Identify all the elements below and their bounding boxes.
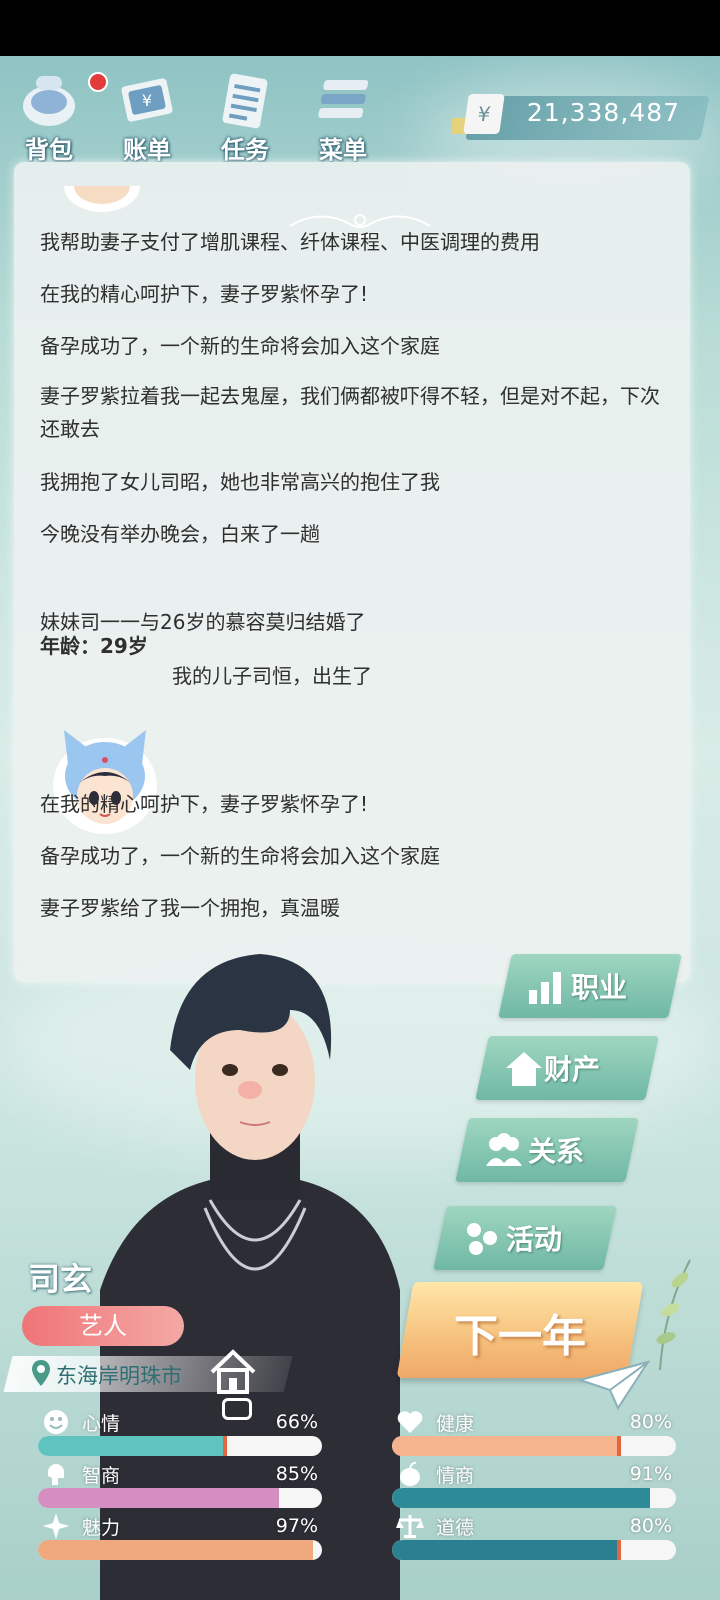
- log-entry: 备孕成功了，一个新的生命将会加入这个家庭: [40, 844, 440, 868]
- log-entry: 妹妹司一一与26岁的慕容莫归结婚了: [40, 610, 366, 634]
- career-button[interactable]: 职业: [498, 954, 682, 1018]
- stat-value: 66%: [275, 1411, 318, 1433]
- log-entry: 今晚没有举办晚会，白来了一趟: [40, 522, 320, 546]
- stat-bar-fill: [38, 1488, 280, 1508]
- home-icon[interactable]: [208, 1348, 258, 1396]
- stat-bar-fill: [392, 1540, 620, 1560]
- location-pin-icon: [32, 1360, 50, 1386]
- log-entry: 妻子罗紫拉着我一起去鬼屋，我们俩都被吓得不轻，但是对不起，下次还敢去: [40, 384, 660, 441]
- activity-label: 活动: [506, 1223, 563, 1256]
- paper-plane-icon: [578, 1360, 650, 1410]
- stat-eq: 情商 91%: [392, 1460, 682, 1512]
- brain-icon: [48, 1464, 64, 1485]
- stat-value: 91%: [629, 1463, 672, 1485]
- stat-health: 健康 80%: [392, 1408, 682, 1460]
- stat-bar: [38, 1540, 322, 1560]
- svg-text:¥: ¥: [142, 91, 152, 110]
- relationship-button[interactable]: 关系: [455, 1118, 639, 1182]
- stat-value: 85%: [275, 1463, 318, 1485]
- stat-label: 健康: [436, 1413, 475, 1435]
- stat-label: 魅力: [82, 1517, 121, 1539]
- log-entry: 备孕成功了，一个新的生命将会加入这个家庭: [40, 334, 440, 358]
- smile-icon: [44, 1410, 68, 1434]
- money-icon: ¥: [463, 94, 505, 134]
- stat-label: 智商: [82, 1465, 121, 1487]
- stat-bar: [392, 1488, 676, 1508]
- stat-bar-fill: [38, 1540, 314, 1560]
- stat-bar-marker: [617, 1436, 622, 1456]
- stat-value: 80%: [629, 1515, 672, 1537]
- log-entry: 我帮助妻子支付了增肌课程、纤体课程、中医调理的费用: [40, 230, 540, 254]
- task-icon: [222, 73, 268, 129]
- nav-task[interactable]: 任务: [200, 68, 290, 164]
- stat-label: 道德: [436, 1517, 475, 1539]
- location-text: 东海岸明珠市: [56, 1364, 182, 1388]
- menu-icon: [318, 80, 369, 118]
- stat-value: 80%: [629, 1411, 672, 1433]
- nav-backpack[interactable]: 背包: [4, 68, 108, 164]
- nav-label: 背包: [25, 136, 73, 164]
- stat-bar-marker: [617, 1540, 622, 1560]
- stat-bar-fill: [38, 1436, 226, 1456]
- log-entry: 妻子罗紫给了我一个拥抱，真温暖: [40, 896, 340, 920]
- stat-iq: 智商 85%: [38, 1460, 328, 1512]
- log-entry: 我拥抱了女儿司昭，她也非常高兴的抱住了我: [40, 470, 440, 494]
- apple-icon: [400, 1461, 420, 1486]
- stat-bar-fill: [392, 1436, 620, 1456]
- birth-entry: 我的儿子司恒，出生了: [172, 664, 372, 688]
- job-badge: 艺人: [22, 1306, 184, 1346]
- career-label: 职业: [571, 971, 628, 1004]
- stat-label: 心情: [82, 1413, 121, 1435]
- character-name: 司玄: [28, 1260, 93, 1298]
- money-value: 21,338,487: [526, 98, 680, 127]
- sparkle-icon: [43, 1513, 69, 1539]
- stat-bar: [38, 1488, 322, 1508]
- stat-morality: 道德 80%: [392, 1512, 682, 1564]
- nav-bill[interactable]: ¥ 账单: [102, 68, 192, 164]
- heart-icon: [397, 1411, 423, 1433]
- nav-menu[interactable]: 菜单: [298, 68, 388, 164]
- stat-bar-fill: [392, 1488, 651, 1508]
- bill-icon: ¥: [121, 78, 173, 122]
- status-bar: [0, 0, 720, 56]
- game-screen: 背包 ¥ 账单 任务 菜单 ¥ 21,338,487 我帮助妻子支付了增肌课程、…: [0, 56, 720, 1600]
- stat-bar-marker: [223, 1436, 228, 1456]
- property-label: 财产: [544, 1053, 601, 1086]
- log-entry: 在我的精心呵护下，妻子罗紫怀孕了!: [40, 792, 369, 816]
- activity-button[interactable]: 活动: [433, 1206, 617, 1270]
- nav-label: 账单: [123, 136, 171, 164]
- property-button[interactable]: 财产: [475, 1036, 659, 1100]
- avatar-icon: [64, 186, 140, 212]
- log-entry: 在我的精心呵护下，妻子罗紫怀孕了!: [40, 282, 369, 306]
- stat-charm: 魅力 97%: [38, 1512, 328, 1564]
- stat-value: 97%: [275, 1515, 318, 1537]
- stat-bar: [392, 1540, 676, 1560]
- nav-label: 菜单: [319, 136, 367, 164]
- house-icon: [506, 1052, 542, 1086]
- nav-label: 任务: [221, 136, 269, 164]
- scale-icon: [396, 1515, 424, 1538]
- next-year-label: 下一年: [454, 1311, 586, 1362]
- stat-bar: [392, 1436, 676, 1456]
- people-icon: [486, 1133, 522, 1166]
- stat-label: 情商: [436, 1465, 475, 1487]
- career-icon: [529, 972, 561, 1004]
- activity-icon: [467, 1223, 497, 1255]
- backpack-icon: [23, 76, 75, 126]
- stat-mood: 心情 66%: [38, 1408, 328, 1460]
- relationship-label: 关系: [528, 1135, 585, 1168]
- stat-bar: [38, 1436, 322, 1456]
